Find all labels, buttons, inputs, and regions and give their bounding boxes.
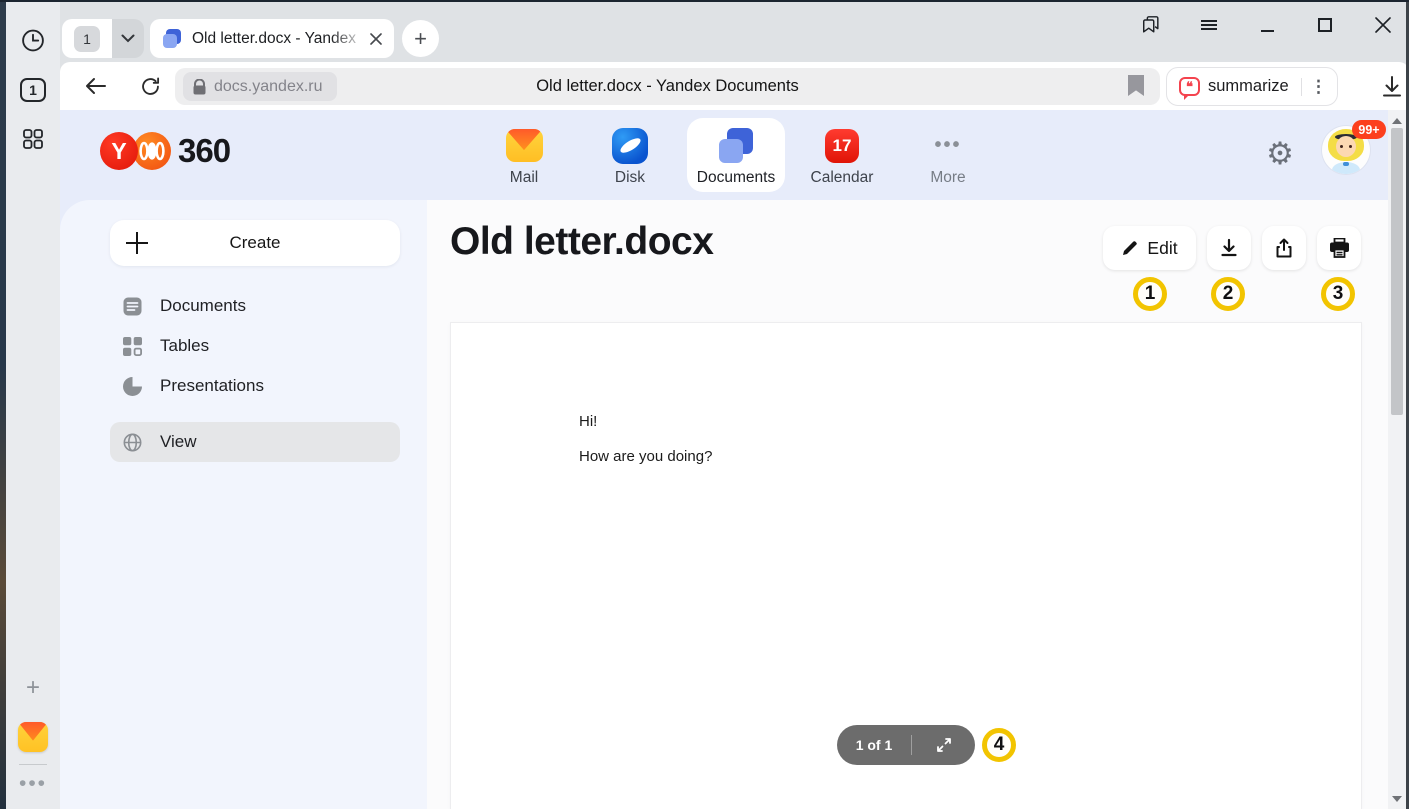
create-button[interactable]: Create [110, 220, 400, 266]
history-clock-icon[interactable] [21, 28, 46, 53]
documents-app-icon [718, 127, 755, 164]
scrollbar-thumb[interactable] [1391, 128, 1403, 415]
documents-icon [122, 296, 142, 316]
share-button[interactable] [1262, 226, 1306, 270]
edit-pencil-icon [1121, 240, 1138, 257]
documents-favicon [162, 29, 182, 49]
back-arrow-icon [85, 77, 107, 95]
expand-icon [936, 737, 952, 753]
document-view-area: Old letter.docx Edit 1 2 3 Hi! How are y… [427, 200, 1388, 809]
document-text-line: How are you doing? [579, 448, 712, 465]
toolbar-divider [1301, 78, 1302, 96]
new-tab-button[interactable]: + [402, 20, 439, 57]
summarize-menu-icon[interactable]: ⋮ [1310, 84, 1327, 90]
side-panels-icon[interactable] [1139, 13, 1163, 37]
minimize-button[interactable] [1255, 13, 1279, 37]
print-icon [1329, 238, 1350, 258]
lock-icon [193, 79, 206, 95]
close-button[interactable] [1371, 13, 1395, 37]
sidebar-item-tables[interactable]: Tables [110, 326, 400, 366]
mail-app-icon [506, 127, 543, 164]
download-icon [1219, 238, 1239, 258]
tab-strip: 1 Old letter.docx - Yandex + [60, 0, 1409, 62]
menu-hamburger-icon[interactable] [1197, 13, 1221, 37]
bookmark-icon[interactable] [1128, 75, 1144, 96]
notification-badge: 99+ [1352, 120, 1386, 139]
tables-icon [122, 336, 142, 356]
tab-title: Old letter.docx - Yandex [192, 30, 370, 48]
page-pager[interactable]: 1 of 1 [837, 725, 975, 765]
window-top-edge [0, 0, 1409, 2]
nav-item-mail[interactable]: Mail [475, 118, 573, 192]
app-nav: Mail Disk Documents 17 Calendar ••• More [471, 118, 1001, 192]
logo-360-text: 360 [178, 132, 230, 170]
address-bar[interactable]: Old letter.docx - Yandex Documents docs.… [175, 68, 1160, 105]
print-button[interactable] [1317, 226, 1361, 270]
tab-close-icon[interactable] [370, 33, 382, 45]
disk-app-icon [612, 127, 649, 164]
page-counter: 1 of 1 [837, 737, 911, 753]
calendar-date-badge: 17 [825, 129, 859, 163]
nav-item-calendar[interactable]: 17 Calendar [793, 118, 891, 192]
yandex360-logo[interactable]: Y 360 [100, 132, 230, 170]
reload-button[interactable] [130, 62, 170, 110]
share-icon [1274, 238, 1294, 258]
tab-group-chevron[interactable] [112, 19, 144, 58]
browser-sidebar: 1 + ••• [6, 0, 60, 809]
site-info-pill[interactable]: docs.yandex.ru [183, 72, 337, 101]
edit-button[interactable]: Edit [1103, 226, 1196, 270]
more-dots-icon: ••• [930, 127, 967, 164]
sidebar-item-view[interactable]: View [110, 422, 400, 462]
presentations-icon [122, 376, 142, 396]
tab-group-count[interactable]: 1 [62, 19, 112, 58]
sidebar-add-icon[interactable]: + [26, 674, 40, 702]
tab-group[interactable]: 1 [62, 19, 144, 58]
reload-icon [140, 76, 161, 97]
annotation-circle-2: 2 [1211, 277, 1245, 311]
download-arrow-icon [1382, 76, 1402, 97]
scroll-up-icon[interactable] [1392, 118, 1402, 124]
scroll-down-icon[interactable] [1392, 796, 1402, 802]
page-scrollbar[interactable] [1388, 110, 1406, 809]
yandex-o-icon [133, 132, 171, 170]
url-text: docs.yandex.ru [214, 78, 323, 96]
nav-item-disk[interactable]: Disk [581, 118, 679, 192]
desktop-edge [0, 0, 6, 809]
summarize-button[interactable]: ❝ summarize ⋮ [1166, 67, 1338, 106]
browser-window: 1 + ••• 1 Old letter.docx - Yandex + [0, 0, 1409, 809]
sidebar-item-documents[interactable]: Documents [110, 286, 400, 326]
chevron-down-icon [121, 34, 135, 43]
summarize-quote-icon: ❝ [1179, 77, 1200, 96]
plus-icon [126, 232, 148, 254]
sidebar-divider [19, 764, 47, 765]
nav-item-more[interactable]: ••• More [899, 118, 997, 192]
yandex-y-icon: Y [100, 132, 138, 170]
yandex-mail-shortcut-icon[interactable] [18, 722, 48, 752]
nav-item-documents[interactable]: Documents [687, 118, 785, 192]
back-button[interactable] [76, 62, 116, 110]
document-title: Old letter.docx [450, 220, 713, 264]
tab-count-button[interactable]: 1 [20, 78, 46, 102]
downloads-button[interactable] [1372, 62, 1409, 110]
annotation-circle-4: 4 [982, 728, 1016, 762]
settings-gear-icon[interactable]: ⚙ [1260, 134, 1300, 174]
annotation-circle-1: 1 [1133, 277, 1167, 311]
fullscreen-button[interactable] [912, 737, 975, 753]
apps-grid-icon[interactable] [22, 128, 44, 150]
documents-sidebar: Create Documents Tables Presentations Vi… [60, 200, 427, 809]
sidebar-more-icon[interactable]: ••• [19, 772, 47, 796]
browser-toolbar: Old letter.docx - Yandex Documents docs.… [60, 62, 1409, 110]
maximize-button[interactable] [1313, 13, 1337, 37]
sidebar-item-presentations[interactable]: Presentations [110, 366, 400, 406]
document-text-line: Hi! [579, 413, 597, 430]
annotation-circle-3: 3 [1321, 277, 1355, 311]
view-globe-icon [122, 432, 142, 452]
download-button[interactable] [1207, 226, 1251, 270]
active-tab[interactable]: Old letter.docx - Yandex [150, 19, 394, 58]
calendar-app-icon: 17 [824, 127, 861, 164]
